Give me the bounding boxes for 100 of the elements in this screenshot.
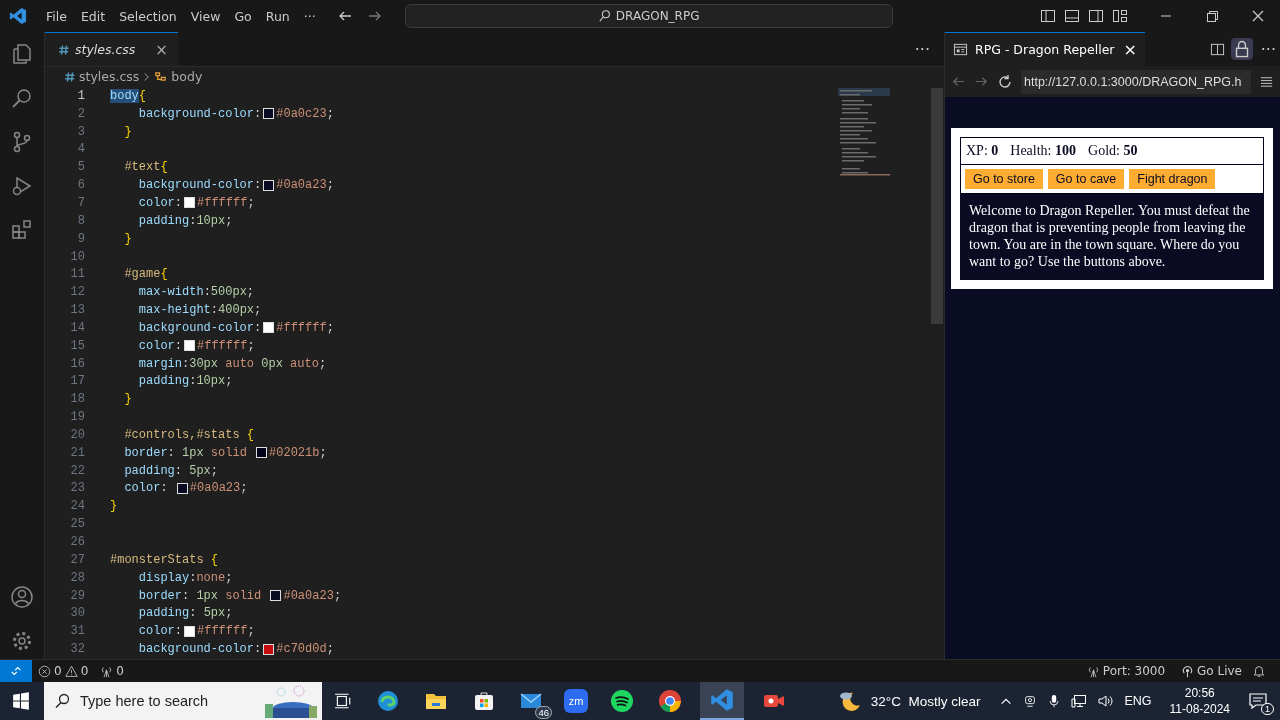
brace-text: }: [110, 499, 118, 514]
camera-icon[interactable]: [1023, 693, 1038, 709]
color-swatch[interactable]: [270, 590, 282, 602]
punctuation-text: :: [189, 570, 197, 585]
brace-text: }: [123, 124, 132, 139]
split-editor-icon[interactable]: [1209, 41, 1225, 57]
line-number: 7: [76, 196, 85, 210]
workspace-name: DRAGON_RPG: [615, 9, 700, 23]
number-text: 5px: [189, 463, 211, 478]
search-input[interactable]: Type here to search: [78, 692, 252, 710]
menu-item[interactable]: ···: [296, 8, 323, 24]
run-debug-icon[interactable]: [10, 174, 34, 198]
color-swatch[interactable]: [184, 340, 195, 352]
bell-icon[interactable]: [1252, 664, 1266, 678]
property-text: padding: [137, 606, 190, 621]
account-icon[interactable]: [10, 585, 34, 609]
value-text: #ffffff: [197, 338, 248, 353]
task-view-icon[interactable]: [334, 692, 352, 710]
preview-tab[interactable]: RPG - Dragon Repeller ×: [945, 32, 1145, 66]
clock[interactable]: 20:56 11-08-2024: [1169, 685, 1230, 717]
menu-item[interactable]: File: [39, 8, 74, 24]
menu-item[interactable]: Edit: [73, 8, 113, 24]
weather-widget[interactable]: 32°C Mostly clear: [837, 689, 981, 713]
menu-item[interactable]: Run: [258, 8, 297, 24]
vscode-icon: [710, 688, 734, 712]
line-number: 16: [69, 356, 85, 371]
value-text: #0a0a23: [283, 588, 334, 603]
vscode-taskbar-button[interactable]: [700, 682, 744, 720]
language-indicator[interactable]: ENG: [1124, 694, 1152, 708]
settings-icon[interactable]: [10, 629, 34, 653]
menu-icon[interactable]: [1259, 74, 1274, 89]
color-swatch[interactable]: [263, 322, 275, 334]
value-text: auto: [289, 356, 319, 371]
notifications-icon[interactable]: [1248, 691, 1268, 711]
spotify-icon[interactable]: [610, 689, 634, 713]
sidebar-layout-icon[interactable]: [1040, 8, 1056, 24]
restore-icon[interactable]: [1204, 8, 1220, 24]
scrollbar-thumb[interactable]: [931, 88, 943, 324]
editor-tab[interactable]: styles.css ×: [45, 32, 178, 66]
panel-layout-icon[interactable]: [1064, 8, 1080, 24]
minimap-drawing[interactable]: [838, 88, 890, 178]
extensions-icon[interactable]: [10, 218, 34, 242]
store-icon[interactable]: [472, 689, 496, 713]
line-number: 31: [69, 624, 85, 639]
lock-icon[interactable]: [1230, 38, 1253, 60]
line-number: 12: [69, 285, 85, 300]
edge-browser-icon[interactable]: [376, 689, 400, 713]
line-number: 21: [69, 445, 85, 460]
value-text: #0a0c23: [276, 106, 327, 121]
antenna-icon: [100, 664, 114, 678]
speaker-icon[interactable]: [1097, 693, 1114, 709]
port-button[interactable]: Port: 3000: [1080, 664, 1172, 678]
taskbar-search-field[interactable]: Type here to search: [44, 682, 322, 720]
game-button[interactable]: Go to store: [965, 169, 1043, 189]
network-icon[interactable]: [1071, 693, 1088, 709]
breadcrumb-item[interactable]: body: [171, 69, 203, 84]
punctuation-text: :: [210, 303, 219, 318]
selector-text: #controls,#stats: [123, 427, 241, 442]
zoom-app-icon[interactable]: zm: [564, 689, 588, 713]
color-swatch[interactable]: [256, 447, 268, 459]
problems-button[interactable]: 0 0: [32, 664, 95, 678]
explorer-icon[interactable]: [10, 42, 34, 66]
weather-text: 32°C Mostly clear: [870, 693, 981, 709]
reload-icon[interactable]: [997, 73, 1013, 90]
secondary-sidebar-icon[interactable]: [1088, 8, 1104, 24]
number-text: 5px: [203, 606, 226, 621]
number-text: 400px: [218, 303, 255, 318]
menu-item[interactable]: View: [183, 8, 228, 24]
game-button[interactable]: Go to cave: [1047, 169, 1125, 189]
customize-layout-icon[interactable]: [1112, 8, 1128, 24]
command-center[interactable]: DRAGON_RPG: [404, 4, 893, 28]
color-swatch[interactable]: [184, 197, 195, 209]
tab-label: RPG - Dragon Repeller: [975, 42, 1115, 57]
close-tab-button[interactable]: ×: [1123, 40, 1137, 59]
url-field[interactable]: http://127.0.0.1:3000/DRAGON_RPG.h: [1021, 69, 1251, 94]
more-actions-button[interactable]: ···: [900, 39, 944, 59]
color-swatch[interactable]: [263, 643, 275, 655]
property-text: background-color: [137, 106, 255, 121]
search-icon[interactable]: [10, 86, 34, 110]
search-icon: [54, 693, 70, 709]
menu-item[interactable]: Go: [227, 8, 259, 24]
ports-button[interactable]: 0: [94, 664, 130, 678]
color-swatch[interactable]: [263, 179, 275, 191]
close-icon[interactable]: [1250, 8, 1266, 24]
punctuation-text: :: [189, 213, 197, 228]
game-button[interactable]: Fight dragon: [1129, 169, 1216, 189]
chrome-icon[interactable]: [658, 689, 682, 713]
punctuation-text: ;: [240, 481, 248, 496]
punctuation-text: ;: [225, 606, 233, 621]
close-tab-button[interactable]: ×: [155, 40, 168, 59]
breadcrumb-item[interactable]: styles.css: [79, 69, 140, 84]
error-icon: [38, 664, 51, 678]
color-swatch[interactable]: [263, 108, 275, 120]
color-swatch[interactable]: [184, 625, 195, 637]
more-actions-button[interactable]: ···: [1258, 39, 1280, 59]
chevron-right-icon: [143, 71, 151, 82]
color-swatch[interactable]: [176, 483, 188, 494]
start-icon[interactable]: [12, 692, 30, 710]
go-live-button[interactable]: Go Live: [1175, 664, 1248, 678]
menu-item[interactable]: Selection: [112, 8, 184, 24]
